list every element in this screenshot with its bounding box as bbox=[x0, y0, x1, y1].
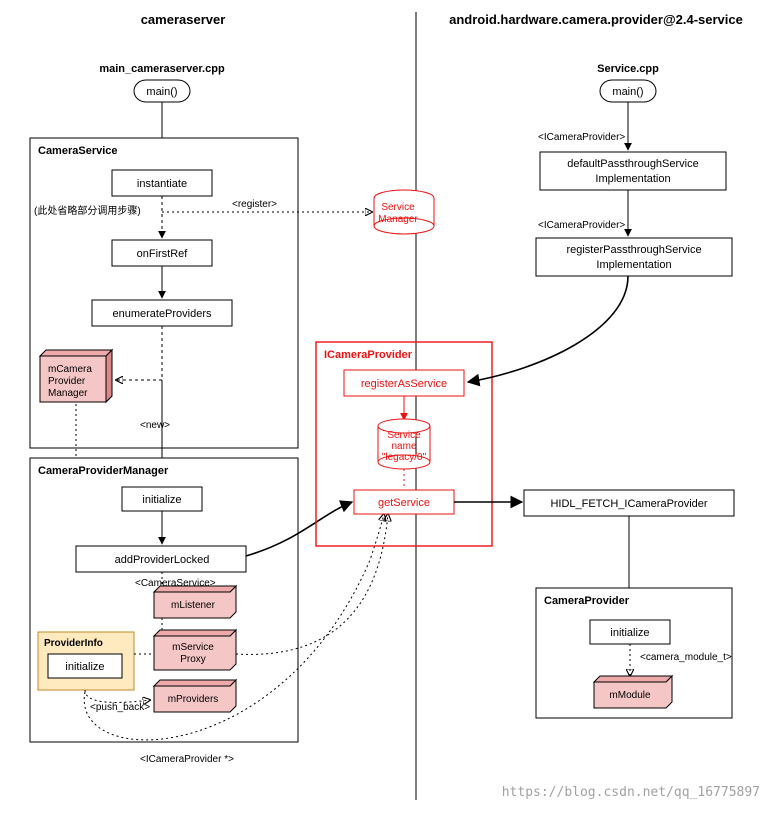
right-title: android.hardware.camera.provider@2.4-ser… bbox=[449, 12, 743, 27]
cmt: <camera_module_t> bbox=[640, 652, 732, 663]
cs-name: CameraService bbox=[38, 145, 118, 157]
svcname3: "legacy/0" bbox=[382, 452, 427, 463]
registerasservice: registerAsService bbox=[361, 378, 447, 390]
pi-init: initialize bbox=[65, 661, 104, 673]
pi-name: ProviderInfo bbox=[44, 638, 103, 649]
cp-name: CameraProvider bbox=[544, 595, 630, 607]
svcname2: name bbox=[391, 441, 416, 452]
dp1: defaultPassthroughService bbox=[567, 158, 698, 170]
icp-star: <ICameraProvider *> bbox=[140, 754, 234, 765]
onfirstref: onFirstRef bbox=[137, 248, 189, 260]
icp-lbl1: <ICameraProvider> bbox=[538, 132, 625, 143]
left-title: cameraserver bbox=[141, 12, 226, 27]
mmodule: mModule bbox=[609, 690, 651, 701]
cs-note: (此处省略部分调用步骤) bbox=[34, 204, 141, 217]
mproviders: mProviders bbox=[168, 694, 219, 705]
cp-init: initialize bbox=[610, 627, 649, 639]
cpm-name: CameraProviderManager bbox=[38, 465, 169, 477]
mcpm2: Provider bbox=[48, 376, 86, 387]
svcmgr1: Service bbox=[381, 202, 415, 213]
cpm-init: initialize bbox=[142, 494, 181, 506]
enumerate: enumerateProviders bbox=[112, 308, 212, 320]
hidlfetch: HIDL_FETCH_ICameraProvider bbox=[550, 498, 707, 510]
getservice: getService bbox=[378, 497, 430, 509]
svcname1: Service bbox=[387, 430, 421, 441]
mcpm1: mCamera bbox=[48, 364, 92, 375]
mcpm3: Manager bbox=[48, 388, 88, 399]
mlistener: mListener bbox=[171, 600, 216, 611]
watermark-text: https://blog.csdn.net/qq_16775897 bbox=[502, 785, 760, 800]
svcmgr2: Manager bbox=[378, 214, 418, 225]
msp2: Proxy bbox=[180, 654, 206, 665]
rp1: registerPassthroughService bbox=[566, 244, 701, 256]
dp2: Implementation bbox=[595, 173, 670, 185]
new-lbl: <new> bbox=[140, 420, 170, 431]
left-file: main_cameraserver.cpp bbox=[99, 63, 225, 75]
pushback: <push_back> bbox=[90, 702, 150, 713]
addproviderlocked: addProviderLocked bbox=[115, 554, 210, 566]
icp-name: ICameraProvider bbox=[324, 349, 413, 361]
right-file: Service.cpp bbox=[597, 63, 659, 75]
instantiate: instantiate bbox=[137, 178, 187, 190]
rp2: Implementation bbox=[596, 259, 671, 271]
msp1: mService bbox=[172, 642, 214, 653]
right-main: main() bbox=[612, 86, 643, 98]
left-main: main() bbox=[146, 86, 177, 98]
icp-lbl2: <ICameraProvider> bbox=[538, 220, 625, 231]
register-lbl: <register> bbox=[232, 199, 277, 210]
